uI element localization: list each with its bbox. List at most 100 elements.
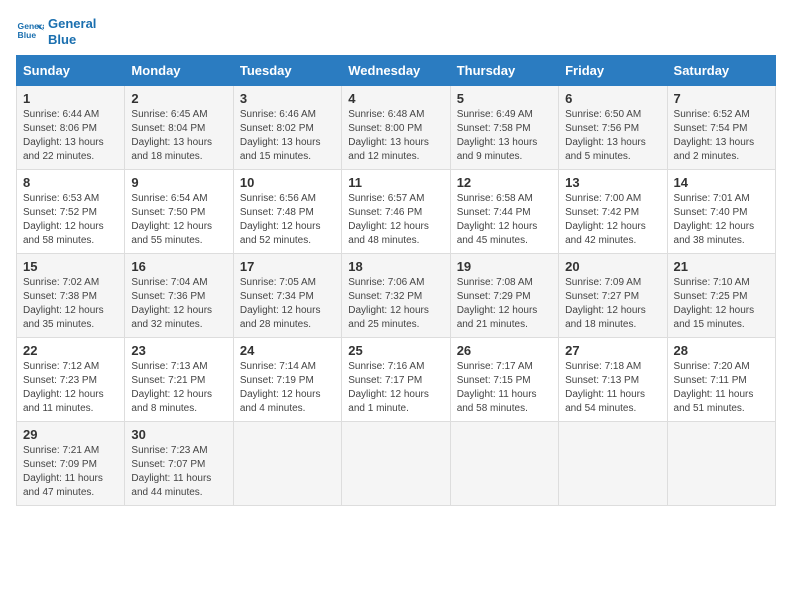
calendar-cell: 15 Sunrise: 7:02 AMSunset: 7:38 PMDayligh… [17, 254, 125, 338]
day-info: Sunrise: 7:02 AMSunset: 7:38 PMDaylight:… [23, 277, 104, 330]
calendar-cell: 1Sunrise: 6:44 AMSunset: 8:06 PMDaylight… [17, 86, 125, 170]
calendar-row-1: 8 Sunrise: 6:53 AMSunset: 7:52 PMDaylight… [17, 170, 776, 254]
header-thursday: Thursday [450, 56, 558, 86]
day-info: Sunrise: 7:16 AMSunset: 7:17 PMDaylight:… [348, 361, 429, 414]
day-info: Sunrise: 7:14 AMSunset: 7:19 PMDaylight:… [240, 361, 321, 414]
calendar-body: 1Sunrise: 6:44 AMSunset: 8:06 PMDaylight… [17, 86, 776, 506]
day-info: Sunrise: 6:54 AMSunset: 7:50 PMDaylight:… [131, 193, 212, 246]
day-info: Sunrise: 7:00 AMSunset: 7:42 PMDaylight:… [565, 193, 646, 246]
day-number: 19 [457, 259, 552, 274]
day-info: Sunrise: 7:09 AMSunset: 7:27 PMDaylight:… [565, 277, 646, 330]
calendar-cell: 12Sunrise: 6:58 AMSunset: 7:44 PMDayligh… [450, 170, 558, 254]
day-info: Sunrise: 6:52 AMSunset: 7:54 PMDaylight:… [674, 109, 755, 162]
day-number: 22 [23, 343, 118, 358]
calendar-cell: 30Sunrise: 7:23 AMSunset: 7:07 PMDayligh… [125, 422, 233, 506]
day-info: Sunrise: 7:23 AMSunset: 7:07 PMDaylight:… [131, 445, 211, 498]
calendar-cell: 22Sunrise: 7:12 AMSunset: 7:23 PMDayligh… [17, 338, 125, 422]
day-number: 4 [348, 91, 443, 106]
day-number: 16 [131, 259, 226, 274]
calendar-cell: 5Sunrise: 6:49 AMSunset: 7:58 PMDaylight… [450, 86, 558, 170]
header-saturday: Saturday [667, 56, 775, 86]
day-number: 28 [674, 343, 769, 358]
day-number: 17 [240, 259, 335, 274]
day-info: Sunrise: 7:13 AMSunset: 7:21 PMDaylight:… [131, 361, 212, 414]
header-wednesday: Wednesday [342, 56, 450, 86]
calendar-cell: 2 Sunrise: 6:45 AMSunset: 8:04 PMDaylight… [125, 86, 233, 170]
calendar-cell: 13 Sunrise: 7:00 AMSunset: 7:42 PMDayligh… [559, 170, 667, 254]
day-number: 13 [565, 175, 660, 190]
day-info: Sunrise: 6:48 AMSunset: 8:00 PMDaylight:… [348, 109, 429, 162]
calendar-cell: 14 Sunrise: 7:01 AMSunset: 7:40 PMDayligh… [667, 170, 775, 254]
logo-general: General [48, 16, 96, 32]
calendar-cell: 16Sunrise: 7:04 AMSunset: 7:36 PMDayligh… [125, 254, 233, 338]
day-info: Sunrise: 7:20 AMSunset: 7:11 PMDaylight:… [674, 361, 754, 414]
calendar-cell: 20 Sunrise: 7:09 AMSunset: 7:27 PMDayligh… [559, 254, 667, 338]
day-info: Sunrise: 7:18 AMSunset: 7:13 PMDaylight:… [565, 361, 645, 414]
day-number: 15 [23, 259, 118, 274]
day-number: 29 [23, 427, 118, 442]
day-number: 21 [674, 259, 769, 274]
header-tuesday: Tuesday [233, 56, 341, 86]
day-number: 7 [674, 91, 769, 106]
calendar-cell: 25Sunrise: 7:16 AMSunset: 7:17 PMDayligh… [342, 338, 450, 422]
header-monday: Monday [125, 56, 233, 86]
day-info: Sunrise: 6:49 AMSunset: 7:58 PMDaylight:… [457, 109, 538, 162]
logo-icon: General Blue [16, 18, 44, 46]
calendar-cell: 24 Sunrise: 7:14 AMSunset: 7:19 PMDayligh… [233, 338, 341, 422]
calendar-cell: 7 Sunrise: 6:52 AMSunset: 7:54 PMDaylight… [667, 86, 775, 170]
calendar-row-4: 29 Sunrise: 7:21 AMSunset: 7:09 PMDayligh… [17, 422, 776, 506]
calendar-row-0: 1Sunrise: 6:44 AMSunset: 8:06 PMDaylight… [17, 86, 776, 170]
calendar-row-2: 15 Sunrise: 7:02 AMSunset: 7:38 PMDayligh… [17, 254, 776, 338]
calendar-cell [559, 422, 667, 506]
calendar-cell [233, 422, 341, 506]
day-info: Sunrise: 7:21 AMSunset: 7:09 PMDaylight:… [23, 445, 103, 498]
day-number: 10 [240, 175, 335, 190]
day-number: 18 [348, 259, 443, 274]
day-info: Sunrise: 6:50 AMSunset: 7:56 PMDaylight:… [565, 109, 646, 162]
day-number: 2 [131, 91, 226, 106]
day-number: 26 [457, 343, 552, 358]
calendar-cell: 23 Sunrise: 7:13 AMSunset: 7:21 PMDayligh… [125, 338, 233, 422]
day-info: Sunrise: 6:53 AMSunset: 7:52 PMDaylight:… [23, 193, 104, 246]
day-number: 20 [565, 259, 660, 274]
day-info: Sunrise: 7:06 AMSunset: 7:32 PMDaylight:… [348, 277, 429, 330]
calendar-cell [667, 422, 775, 506]
day-number: 1 [23, 91, 118, 106]
calendar-cell [450, 422, 558, 506]
svg-text:Blue: Blue [18, 30, 37, 40]
day-info: Sunrise: 6:45 AMSunset: 8:04 PMDaylight:… [131, 109, 212, 162]
day-number: 27 [565, 343, 660, 358]
day-info: Sunrise: 6:57 AMSunset: 7:46 PMDaylight:… [348, 193, 429, 246]
day-number: 8 [23, 175, 118, 190]
day-info: Sunrise: 7:08 AMSunset: 7:29 PMDaylight:… [457, 277, 538, 330]
day-number: 6 [565, 91, 660, 106]
calendar-cell: 9 Sunrise: 6:54 AMSunset: 7:50 PMDaylight… [125, 170, 233, 254]
day-number: 3 [240, 91, 335, 106]
calendar-table: SundayMondayTuesdayWednesdayThursdayFrid… [16, 55, 776, 506]
calendar-cell: 29 Sunrise: 7:21 AMSunset: 7:09 PMDayligh… [17, 422, 125, 506]
calendar-cell: 4 Sunrise: 6:48 AMSunset: 8:00 PMDaylight… [342, 86, 450, 170]
calendar-row-3: 22Sunrise: 7:12 AMSunset: 7:23 PMDayligh… [17, 338, 776, 422]
day-number: 24 [240, 343, 335, 358]
day-info: Sunrise: 7:01 AMSunset: 7:40 PMDaylight:… [674, 193, 755, 246]
calendar-cell: 21 Sunrise: 7:10 AMSunset: 7:25 PMDayligh… [667, 254, 775, 338]
day-number: 9 [131, 175, 226, 190]
header-sunday: Sunday [17, 56, 125, 86]
calendar-cell: 11 Sunrise: 6:57 AMSunset: 7:46 PMDayligh… [342, 170, 450, 254]
logo-blue: Blue [48, 32, 96, 48]
day-info: Sunrise: 7:05 AMSunset: 7:34 PMDaylight:… [240, 277, 321, 330]
calendar-cell: 18 Sunrise: 7:06 AMSunset: 7:32 PMDayligh… [342, 254, 450, 338]
header-friday: Friday [559, 56, 667, 86]
svg-text:General: General [18, 20, 44, 30]
calendar-cell: 19 Sunrise: 7:08 AMSunset: 7:29 PMDayligh… [450, 254, 558, 338]
day-number: 14 [674, 175, 769, 190]
day-number: 11 [348, 175, 443, 190]
day-info: Sunrise: 7:10 AMSunset: 7:25 PMDaylight:… [674, 277, 755, 330]
day-info: Sunrise: 6:58 AMSunset: 7:44 PMDaylight:… [457, 193, 538, 246]
logo: General Blue General Blue [16, 16, 96, 47]
calendar-cell: 27 Sunrise: 7:18 AMSunset: 7:13 PMDayligh… [559, 338, 667, 422]
day-info: Sunrise: 6:56 AMSunset: 7:48 PMDaylight:… [240, 193, 321, 246]
calendar-cell: 6 Sunrise: 6:50 AMSunset: 7:56 PMDaylight… [559, 86, 667, 170]
day-number: 23 [131, 343, 226, 358]
calendar-cell: 10 Sunrise: 6:56 AMSunset: 7:48 PMDayligh… [233, 170, 341, 254]
